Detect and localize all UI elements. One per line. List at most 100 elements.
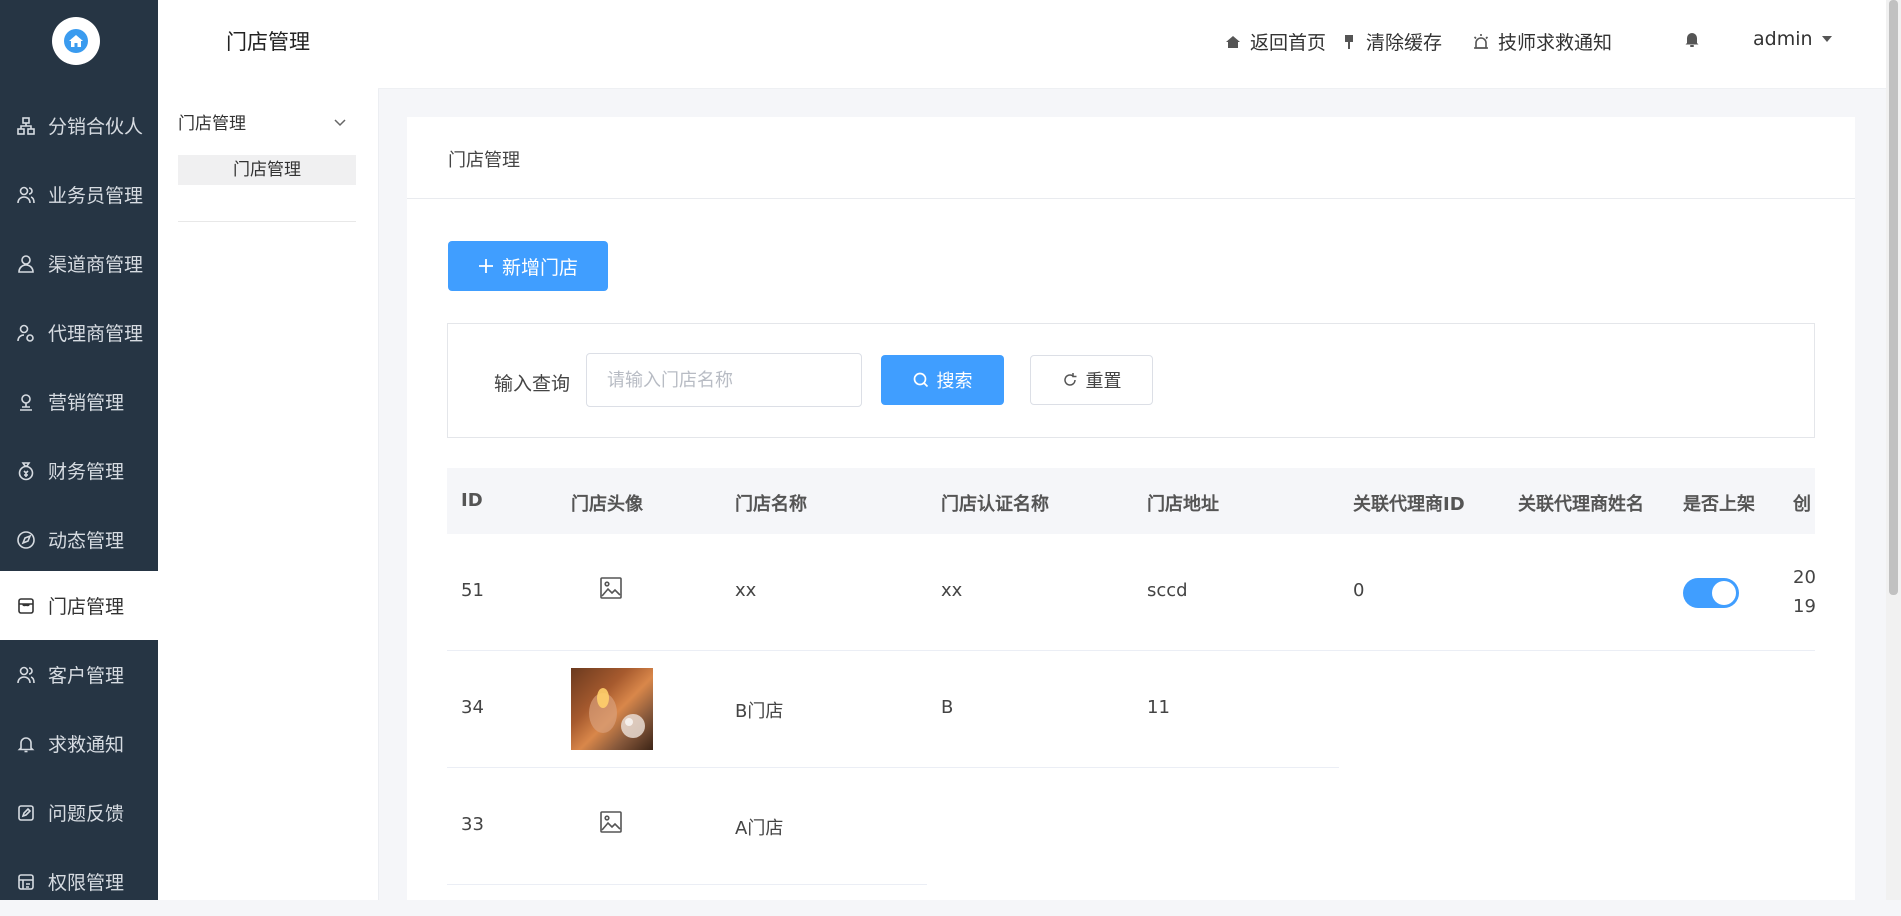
submenu-group-store[interactable]: 门店管理 xyxy=(178,109,348,134)
sidebar-item-dynamic[interactable]: 动态管理 xyxy=(0,505,158,574)
sidebar-item-label: 代理商管理 xyxy=(48,323,144,345)
col-listed: 是否上架 xyxy=(1683,494,1755,515)
table-row: 33 A门店 xyxy=(447,768,1815,885)
submenu-panel: 门店管理 门店管理 门店管理 xyxy=(158,0,379,900)
cell-cert-name: B xyxy=(941,697,954,718)
user-menu[interactable]: admin xyxy=(1753,28,1833,50)
sos-notice-label: 技师求救通知 xyxy=(1498,32,1613,54)
col-avatar: 门店头像 xyxy=(571,494,643,515)
cell-name: xx xyxy=(735,580,757,601)
search-button-label: 搜索 xyxy=(936,371,973,392)
col-cert-name: 门店认证名称 xyxy=(941,494,1049,515)
sidebar-item-label: 求救通知 xyxy=(48,734,125,756)
image-placeholder-icon xyxy=(599,810,623,839)
sidebar-item-label: 分销合伙人 xyxy=(48,116,144,138)
search-icon xyxy=(913,372,928,388)
main-sidebar: 分销合伙人 业务员管理 渠道商管理 代理商管理 营销管理 财务管理 动态管理 门… xyxy=(0,0,158,900)
home-link[interactable]: 返回首页 xyxy=(1224,28,1326,55)
home-icon xyxy=(1224,33,1242,51)
bell-icon xyxy=(14,732,38,756)
col-created: 创 xyxy=(1793,494,1811,515)
salesperson-icon xyxy=(14,183,38,207)
sidebar-item-customers[interactable]: 客户管理 xyxy=(0,640,158,709)
content-card: 门店管理 新增门店 输入查询 搜索 重置 ID 门店头像 门店名称 门店认证名称… xyxy=(407,117,1855,900)
sidebar-item-permission[interactable]: 权限管理 xyxy=(0,847,158,916)
card-title: 门店管理 xyxy=(448,150,520,171)
partners-icon xyxy=(14,114,38,138)
sos-notice-link[interactable]: 技师求救通知 xyxy=(1472,28,1612,55)
add-store-button[interactable]: 新增门店 xyxy=(448,241,608,291)
cell-id: 33 xyxy=(461,814,484,835)
card-divider xyxy=(407,198,1855,199)
sidebar-item-label: 业务员管理 xyxy=(48,185,144,207)
cell-id: 34 xyxy=(461,697,484,718)
cell-name: B门店 xyxy=(735,701,784,722)
cell-agent-id: 0 xyxy=(1353,580,1365,601)
permission-icon xyxy=(14,870,38,894)
sidebar-item-label: 动态管理 xyxy=(48,530,125,552)
sidebar-item-marketing[interactable]: 营销管理 xyxy=(0,367,158,436)
cell-id: 51 xyxy=(461,580,484,601)
store-name-search-input[interactable] xyxy=(586,353,862,407)
sidebar-item-sos[interactable]: 求救通知 xyxy=(0,709,158,778)
caret-down-icon xyxy=(1821,36,1832,42)
page-scrollbar[interactable] xyxy=(1886,0,1901,900)
refresh-icon xyxy=(1063,373,1076,386)
chevron-down-icon xyxy=(334,118,346,126)
feedback-icon xyxy=(14,801,38,825)
sidebar-item-label: 财务管理 xyxy=(48,461,125,483)
table-header: ID 门店头像 门店名称 门店认证名称 门店地址 关联代理商ID 关联代理商姓名… xyxy=(447,468,1815,534)
listed-toggle[interactable] xyxy=(1683,578,1739,608)
plus-icon xyxy=(478,259,493,273)
top-header: 返回首页 清除缓存 技师求救通知 admin xyxy=(378,0,1886,89)
filter-label: 输入查询 xyxy=(494,373,571,395)
filter-panel: 输入查询 搜索 重置 xyxy=(447,323,1815,438)
image-placeholder-icon xyxy=(599,576,623,605)
reset-button[interactable]: 重置 xyxy=(1030,355,1153,405)
sidebar-item-label: 权限管理 xyxy=(48,872,125,894)
cell-created: 20 xyxy=(1793,567,1815,588)
sidebar-item-store[interactable]: 门店管理 xyxy=(0,571,158,640)
sidebar-item-label: 营销管理 xyxy=(48,392,125,414)
col-name: 门店名称 xyxy=(735,494,807,515)
col-id: ID xyxy=(461,490,483,511)
submenu-title: 门店管理 xyxy=(226,30,310,54)
sidebar-item-finance[interactable]: 财务管理 xyxy=(0,436,158,505)
clear-cache-link[interactable]: 清除缓存 xyxy=(1340,28,1442,55)
col-agent-id: 关联代理商ID xyxy=(1353,494,1465,515)
agent-icon xyxy=(14,321,38,345)
sidebar-item-label: 渠道商管理 xyxy=(48,254,144,276)
cell-address: sccd xyxy=(1147,580,1188,601)
submenu-item-store[interactable]: 门店管理 xyxy=(178,155,356,185)
bell-icon xyxy=(1685,33,1699,47)
table-row: 34 B门店 B 11 xyxy=(447,651,1815,768)
customers-icon xyxy=(14,663,38,687)
channel-icon xyxy=(14,252,38,276)
sidebar-item-label: 门店管理 xyxy=(48,596,125,618)
brush-icon xyxy=(1340,33,1358,51)
reset-button-label: 重置 xyxy=(1085,371,1122,392)
home-logo-icon xyxy=(64,29,88,53)
sidebar-item-partners[interactable]: 分销合伙人 xyxy=(0,91,158,160)
col-address: 门店地址 xyxy=(1147,494,1219,515)
cell-created-line2: 19 xyxy=(1793,596,1815,617)
sidebar-item-salesperson[interactable]: 业务员管理 xyxy=(0,160,158,229)
sidebar-item-agent[interactable]: 代理商管理 xyxy=(0,298,158,367)
table-row: 51 xx xx sccd 0 20 19 xyxy=(447,534,1815,651)
sidebar-item-feedback[interactable]: 问题反馈 xyxy=(0,778,158,847)
store-photo[interactable] xyxy=(571,668,653,750)
scrollbar-thumb[interactable] xyxy=(1889,0,1898,595)
home-logo[interactable] xyxy=(52,17,100,65)
submenu-divider xyxy=(178,221,356,222)
submenu-group-label: 门店管理 xyxy=(178,114,246,134)
compass-icon xyxy=(14,528,38,552)
cell-name: A门店 xyxy=(735,818,784,839)
notification-bell[interactable] xyxy=(1683,30,1701,48)
username: admin xyxy=(1753,28,1813,50)
sidebar-item-label: 问题反馈 xyxy=(48,803,125,825)
sidebar-item-channel[interactable]: 渠道商管理 xyxy=(0,229,158,298)
col-agent-name: 关联代理商姓名 xyxy=(1518,494,1644,515)
add-store-label: 新增门店 xyxy=(501,256,578,279)
search-button[interactable]: 搜索 xyxy=(881,355,1004,405)
marketing-icon xyxy=(14,390,38,414)
